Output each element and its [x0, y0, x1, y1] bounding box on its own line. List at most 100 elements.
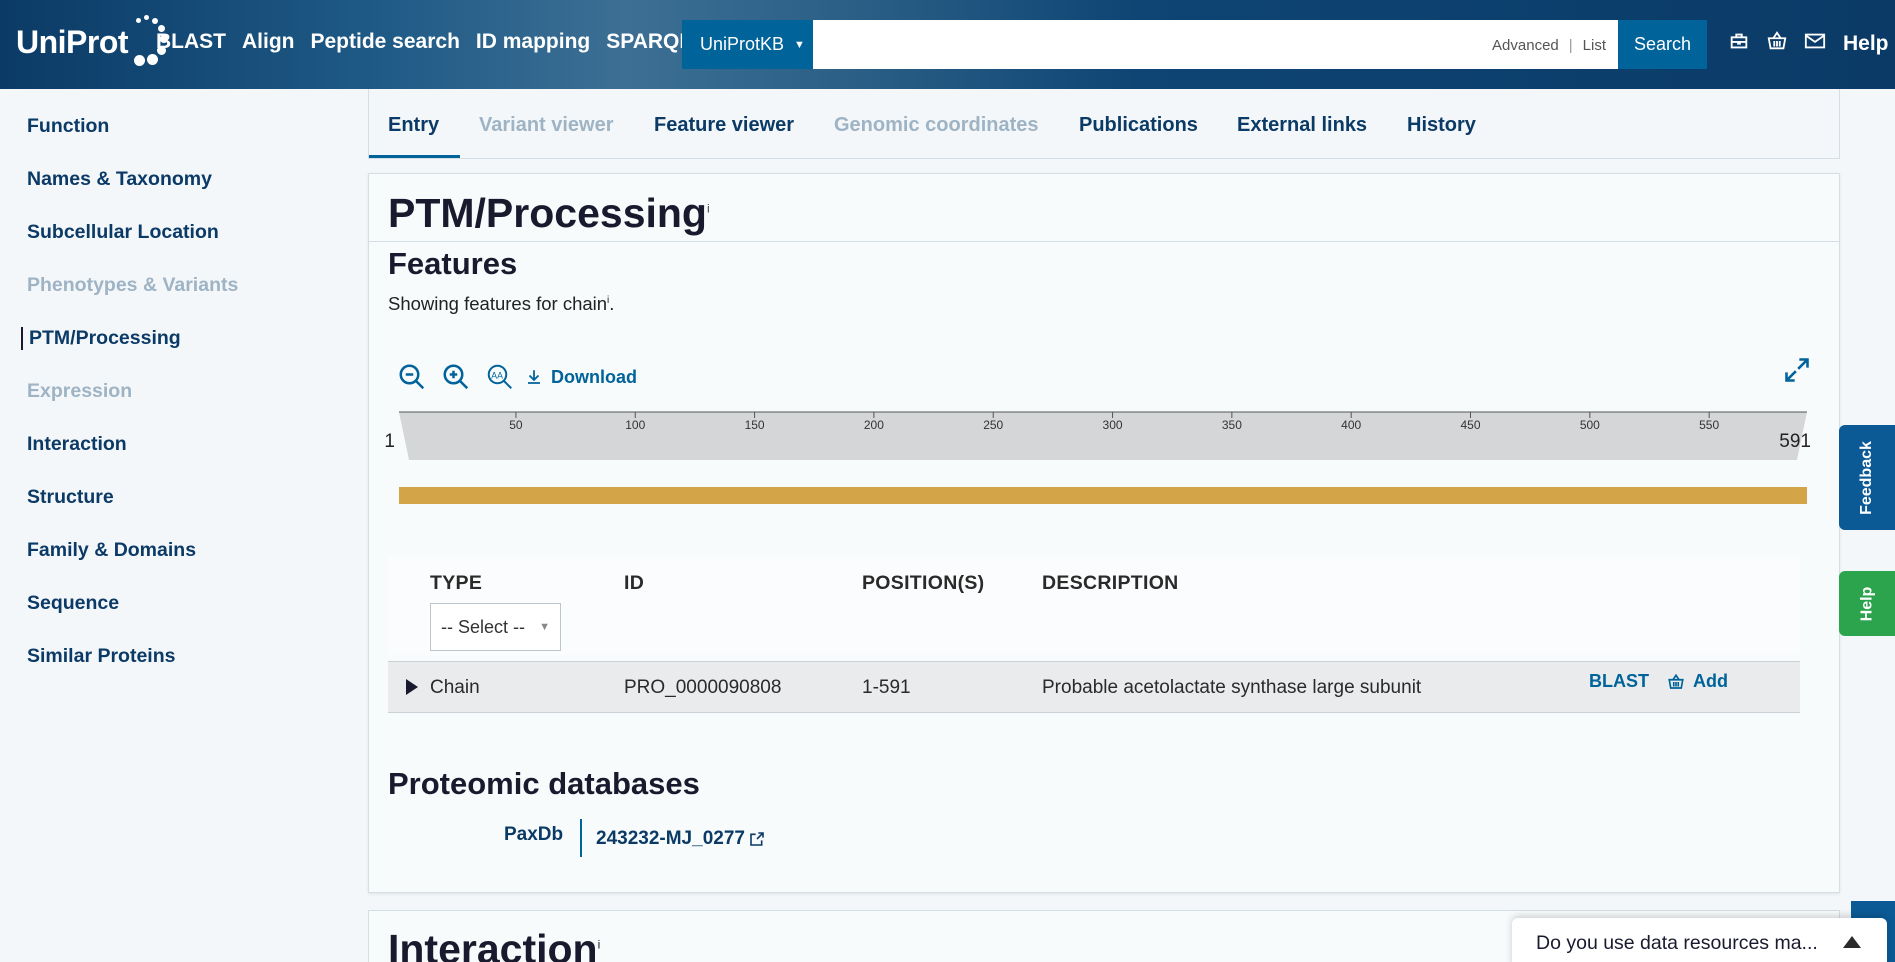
sidebar-item-names-taxonomy[interactable]: Names & Taxonomy — [27, 168, 212, 191]
sidebar-item-interaction[interactable]: Interaction — [27, 433, 127, 456]
search-button[interactable]: Search — [1618, 20, 1707, 69]
ruler-tick-label: 200 — [864, 418, 884, 432]
ruler-end-label: 591 — [1779, 431, 1811, 452]
basket-icon — [1668, 673, 1684, 689]
download-icon — [528, 370, 540, 384]
help-tab-label: Help — [1857, 586, 1875, 621]
tab-variant-viewer: Variant viewer — [479, 114, 614, 136]
toolkit-icon[interactable] — [1728, 30, 1750, 52]
nav-id-mapping[interactable]: ID mapping — [476, 30, 590, 54]
column-description: DESCRIPTION — [1042, 572, 1179, 594]
section-title: PTM/Processingi — [388, 190, 710, 237]
sidebar-item-family-domains[interactable]: Family & Domains — [27, 539, 196, 562]
chevron-down-icon: ▼ — [794, 38, 805, 51]
help-tab[interactable]: Help — [1839, 571, 1895, 636]
chevron-down-icon: ▼ — [539, 621, 550, 633]
viewer-toolbar: AA Download — [397, 362, 637, 392]
xref-link[interactable]: 243232-MJ_0277 — [596, 828, 765, 850]
tab-publications[interactable]: Publications — [1079, 114, 1198, 137]
info-icon[interactable]: i — [707, 201, 710, 215]
top-nav: BLAST Align Peptide search ID mapping SP… — [156, 30, 692, 54]
info-icon[interactable]: i — [598, 937, 601, 951]
nav-sparql[interactable]: SPARQL — [606, 30, 692, 54]
sidebar-item-expression: Expression — [27, 380, 133, 402]
add-to-basket-button[interactable]: Add — [1667, 671, 1728, 692]
zoom-in-icon[interactable] — [441, 362, 471, 392]
list-search-link[interactable]: List — [1583, 37, 1606, 54]
features-subtext: Showing features for chaini. — [388, 293, 614, 315]
cell-description: Probable acetolactate synthase large sub… — [1042, 677, 1422, 698]
tab-history[interactable]: History — [1407, 114, 1476, 137]
ruler-tick-label: 50 — [509, 418, 523, 432]
xref-separator — [580, 819, 582, 857]
sidebar-item-similar-proteins[interactable]: Similar Proteins — [27, 645, 175, 668]
cell-id: PRO_0000090808 — [624, 677, 782, 698]
fullscreen-icon[interactable] — [1783, 356, 1811, 384]
expand-up-icon[interactable] — [1843, 936, 1861, 948]
interaction-title-text: Interaction — [388, 926, 598, 962]
features-subtext-text: Showing features for chain — [388, 293, 608, 314]
download-label: Download — [551, 366, 637, 387]
ruler-tick-label: 450 — [1460, 418, 1480, 432]
ruler-tick-label: 400 — [1341, 418, 1361, 432]
survey-banner[interactable]: Do you use data resources ma... — [1512, 918, 1887, 962]
cell-type: Chain — [430, 677, 480, 698]
features-subtext-end: . — [609, 293, 615, 314]
proteomic-databases-title: Proteomic databases — [388, 766, 700, 801]
xref-db-name: PaxDb — [504, 824, 564, 845]
basket-icon[interactable] — [1766, 30, 1788, 52]
column-id: ID — [624, 572, 645, 594]
mail-icon[interactable] — [1804, 30, 1826, 52]
nav-blast[interactable]: BLAST — [156, 30, 226, 54]
cell-positions: 1-591 — [862, 677, 911, 698]
sidebar-item-subcellular-location[interactable]: Subcellular Location — [27, 221, 219, 244]
features-title: Features — [388, 246, 518, 281]
sidebar-item-structure[interactable]: Structure — [27, 486, 114, 509]
ruler-tick-label: 350 — [1222, 418, 1242, 432]
ruler-tick-label: 100 — [625, 418, 645, 432]
table-row[interactable]: Chain PRO_0000090808 1-591 Probable acet… — [388, 661, 1800, 713]
tab-genomic-coordinates: Genomic coordinates — [834, 114, 1039, 136]
logo-text: UniProt — [16, 23, 129, 60]
database-select[interactable]: UniProtKB ▼ — [682, 20, 813, 69]
sidebar-item-phenotypes-variants: Phenotypes & Variants — [27, 274, 239, 296]
ruler-start-label: 1 — [384, 431, 395, 452]
sidebar-item-function[interactable]: Function — [27, 115, 109, 138]
active-tab-indicator — [369, 155, 460, 158]
ruler-tick-label: 550 — [1699, 418, 1719, 432]
entry-tabs: Entry Variant viewer Feature viewer Geno… — [368, 89, 1840, 159]
separator: | — [1568, 37, 1573, 54]
feedback-tab[interactable]: Feedback — [1839, 425, 1895, 530]
blast-button[interactable]: BLAST — [1589, 671, 1649, 692]
sidebar-item-ptm-processing[interactable]: PTM/Processing — [21, 327, 181, 350]
sidebar-nav: Function Names & Taxonomy Subcellular Lo… — [0, 89, 360, 962]
chain-feature-track[interactable] — [399, 487, 1807, 504]
zoom-out-icon[interactable] — [397, 362, 427, 392]
nav-align[interactable]: Align — [242, 30, 295, 54]
download-button[interactable]: Download — [525, 367, 637, 388]
tab-external-links[interactable]: External links — [1237, 114, 1367, 137]
advanced-search-link[interactable]: Advanced — [1492, 37, 1559, 54]
interaction-title: Interactioni — [388, 926, 600, 962]
features-table-header: TYPE ID POSITION(S) DESCRIPTION -- Selec… — [388, 555, 1800, 655]
ruler-tick-label: 300 — [1103, 418, 1123, 432]
tab-entry[interactable]: Entry — [388, 114, 439, 137]
sidebar-item-sequence[interactable]: Sequence — [27, 592, 119, 615]
zoom-residues-icon[interactable]: AA — [485, 362, 515, 392]
feedback-label: Feedback — [1858, 440, 1875, 515]
expand-row-icon[interactable] — [406, 679, 418, 695]
svg-text:AA: AA — [491, 370, 503, 380]
tab-feature-viewer[interactable]: Feature viewer — [654, 114, 794, 137]
section-title-text: PTM/Processing — [388, 190, 707, 236]
header-help-link[interactable]: Help — [1843, 32, 1889, 56]
nav-peptide-search[interactable]: Peptide search — [311, 30, 460, 54]
search-input[interactable] — [813, 20, 1453, 69]
type-filter-select[interactable]: -- Select -- ▼ — [430, 603, 561, 651]
ruler-tick-label: 500 — [1580, 418, 1600, 432]
uniprot-logo[interactable]: UniProt — [16, 12, 170, 72]
divider — [369, 241, 1839, 242]
top-header: UniProt BLAST Align Peptide search ID ma… — [0, 0, 1895, 89]
xref-value: 243232-MJ_0277 — [596, 828, 745, 849]
database-select-value: UniProtKB — [700, 34, 785, 54]
sequence-ruler[interactable]: 50 100 150 200 250 300 350 400 450 500 550 1 591 — [384, 411, 1811, 460]
